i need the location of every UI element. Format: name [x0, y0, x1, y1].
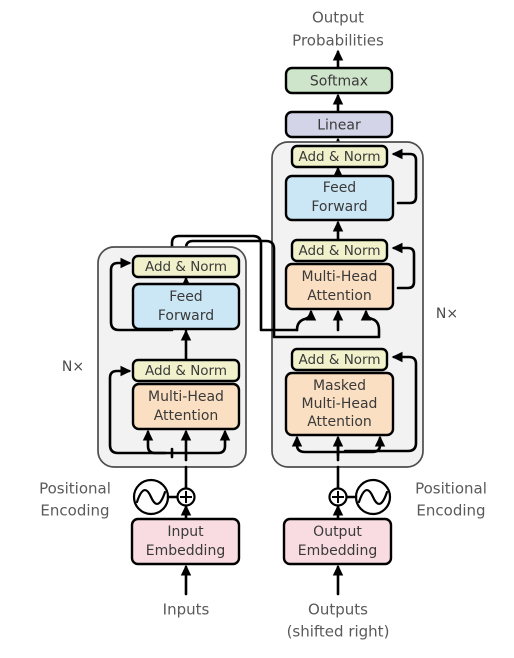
encoder-add-norm-top-label: Add & Norm	[145, 259, 227, 275]
decoder-add-norm-mid-block: Add & Norm	[290, 238, 389, 263]
encoder-attention-block: Multi-Head Attention	[131, 382, 241, 431]
inputs-source-label: Inputs	[163, 601, 210, 619]
outputs-source-label-line1: Outputs	[308, 601, 368, 619]
decoder-masked-attention-line1: Masked	[313, 378, 366, 394]
transformer-architecture-figure: Output Probabilities Softmax Linear N× A…	[0, 0, 514, 658]
decoder-feed-forward-line1: Feed	[323, 180, 356, 196]
encoder-add-norm-bottom-block: Add & Norm	[131, 358, 241, 383]
outputs-source-label-line2: (shifted right)	[287, 623, 390, 641]
decoder-stack-count: N×	[436, 306, 458, 322]
encoder-add-norm-top-block: Add & Norm	[131, 254, 241, 279]
encoder-add-norm-bottom-label: Add & Norm	[145, 363, 227, 379]
encoder-attention-line2: Attention	[154, 408, 219, 424]
input-embedding-line1: Input	[167, 524, 204, 540]
encoder-feed-forward-block: Feed Forward	[131, 282, 241, 331]
encoder-stack-count: N×	[62, 359, 84, 375]
output-embedding-line1: Output	[313, 524, 362, 540]
output-probabilities-line1: Output	[312, 9, 364, 27]
input-positional-encoding-glyph	[132, 478, 170, 516]
linear-block: Linear	[284, 110, 394, 139]
decoder-masked-attention-line2: Multi-Head	[302, 396, 378, 412]
output-positional-label-line2: Encoding	[416, 502, 485, 520]
decoder-add-norm-top-label: Add & Norm	[298, 149, 380, 165]
softmax-label: Softmax	[310, 74, 368, 90]
decoder-cross-attention-line2: Attention	[307, 288, 372, 304]
output-probabilities-line2: Probabilities	[292, 32, 384, 50]
diagram-canvas: Output Probabilities Softmax Linear N× A…	[39, 9, 487, 641]
decoder-add-norm-mid-label: Add & Norm	[298, 243, 380, 259]
input-positional-label-line1: Positional	[39, 480, 111, 498]
output-embedding-block: Output Embedding	[282, 517, 393, 566]
decoder-feed-forward-block: Feed Forward	[284, 174, 395, 222]
input-positional-label-line2: Encoding	[40, 502, 109, 520]
decoder-masked-attention-line3: Attention	[307, 414, 372, 430]
decoder-add-norm-bottom-block: Add & Norm	[290, 347, 389, 372]
decoder-add-norm-bottom-label: Add & Norm	[298, 352, 380, 368]
output-positional-encoding-glyph	[354, 478, 392, 516]
linear-label: Linear	[317, 118, 361, 134]
output-embedding-line2: Embedding	[298, 543, 377, 559]
encoder-feed-forward-line2: Forward	[158, 308, 214, 324]
decoder-cross-attention-block: Multi-Head Attention	[284, 262, 395, 311]
input-embedding-block: Input Embedding	[130, 517, 241, 566]
decoder-add-norm-top-block: Add & Norm	[290, 144, 389, 169]
input-sum-node	[176, 487, 196, 507]
decoder-cross-attention-line1: Multi-Head	[302, 269, 378, 285]
encoder-attention-line1: Multi-Head	[148, 389, 224, 405]
softmax-block: Softmax	[284, 66, 394, 95]
decoder-feed-forward-line2: Forward	[311, 199, 367, 215]
output-sum-node	[328, 487, 348, 507]
output-positional-label-line1: Positional	[415, 480, 487, 498]
decoder-masked-attention-block: Masked Multi-Head Attention	[284, 371, 395, 437]
encoder-feed-forward-line1: Feed	[169, 289, 202, 305]
input-embedding-line2: Embedding	[146, 543, 225, 559]
